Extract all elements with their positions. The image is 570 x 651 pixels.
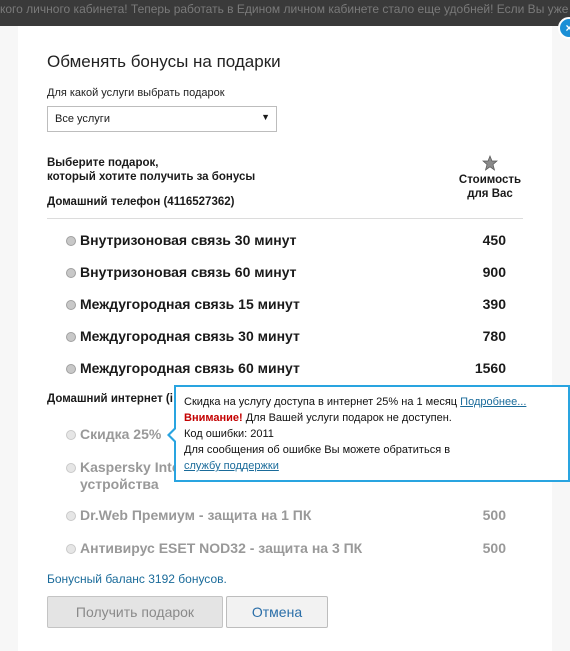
gift-option[interactable]: Междугородная связь 30 минут 780 [66,328,506,348]
gift-name: Междугородная связь 60 минут [80,360,300,376]
gift-option[interactable]: Dr.Web Премиум - защита на 1 ПК 500 [66,507,506,527]
radio-button[interactable] [66,236,76,246]
radio-button[interactable] [66,511,76,521]
gift-option[interactable]: Внутризоновая связь 30 минут 450 [66,232,506,252]
section-home-phone: Домашний телефон (4116527362) [47,196,235,208]
error-tooltip: Скидка на услугу доступа в интернет 25% … [167,385,570,482]
gift-option[interactable]: Междугородная связь 60 минут 1560 [66,360,506,380]
bonus-balance: Бонусный баланс 3192 бонусов. [47,572,227,586]
background-page: кого личного кабинета! Теперь работать в… [0,0,570,26]
gift-price: 900 [482,264,506,280]
gift-option[interactable]: Антивирус ESET NOD32 - защита на 3 ПК 50… [66,540,506,560]
cancel-button[interactable]: Отмена [226,596,328,628]
section-divider [47,218,523,219]
radio-button[interactable] [66,364,76,374]
radio-button[interactable] [66,332,76,342]
service-select-value: Все услуги [55,113,110,125]
gift-price: 500 [482,507,506,523]
more-link[interactable]: Подробнее... [460,396,526,408]
gift-price: 780 [482,328,506,344]
gift-exchange-dialog: Обменять бонусы на подарки Для какой усл… [18,26,552,651]
cost-column-header: Стоимость для Вас [450,155,530,201]
service-select[interactable]: Все услуги ▼ [47,106,277,132]
error-code: Код ошибки: 2011 [184,428,274,440]
gift-column-header: Выберите подарок, который хотите получит… [47,157,256,183]
gift-price: 1560 [474,360,506,376]
tooltip-pointer-inner [170,428,177,442]
get-gift-button[interactable]: Получить подарок [47,596,223,628]
support-text: Для сообщения об ошибке Вы можете обрати… [184,444,451,456]
support-link[interactable]: службу поддержки [184,460,279,472]
gift-price: 500 [482,540,506,556]
tooltip-line-warning: Внимание! Для Вашей услуги подарок не до… [184,410,560,426]
tooltip-line-offer: Скидка на услугу доступа в интернет 25% … [184,394,560,410]
warning-text: Для Вашей услуги подарок не доступен. [245,412,452,424]
radio-button[interactable] [66,300,76,310]
radio-button[interactable] [66,463,76,473]
section-home-internet: Домашний интернет (i [47,393,173,405]
star-icon [482,155,498,171]
gift-name: Kaspersky Inte устройства [80,459,180,492]
radio-button[interactable] [66,544,76,554]
warning-label: Внимание! [184,412,243,424]
close-button[interactable]: × [558,17,570,39]
gift-name: Внутризоновая связь 30 минут [80,232,297,248]
gift-name: Внутризоновая связь 60 минут [80,264,297,280]
gift-name: Dr.Web Премиум - защита на 1 ПК [80,507,312,523]
gift-price: 450 [482,232,506,248]
gift-name: Антивирус ESET NOD32 - защита на 3 ПК [80,540,363,556]
gift-option[interactable]: Междугородная связь 15 минут 390 [66,296,506,316]
gift-option[interactable]: Внутризоновая связь 60 минут 900 [66,264,506,284]
service-select-label: Для какой услуги выбрать подарок [47,87,225,99]
dialog-title: Обменять бонусы на подарки [47,52,281,71]
tooltip-offer-text: Скидка на услугу доступа в интернет 25% … [184,396,458,408]
gift-price: 390 [482,296,506,312]
cost-column-label: Стоимость для Вас [458,174,522,200]
radio-button[interactable] [66,430,76,440]
radio-button[interactable] [66,268,76,278]
gift-name: Междугородная связь 30 минут [80,328,300,344]
chevron-down-icon: ▼ [261,112,270,122]
gift-name: Скидка 25% [80,426,162,442]
gift-name: Междугородная связь 15 минут [80,296,300,312]
background-text: кого личного кабинета! Теперь работать в… [0,2,569,16]
